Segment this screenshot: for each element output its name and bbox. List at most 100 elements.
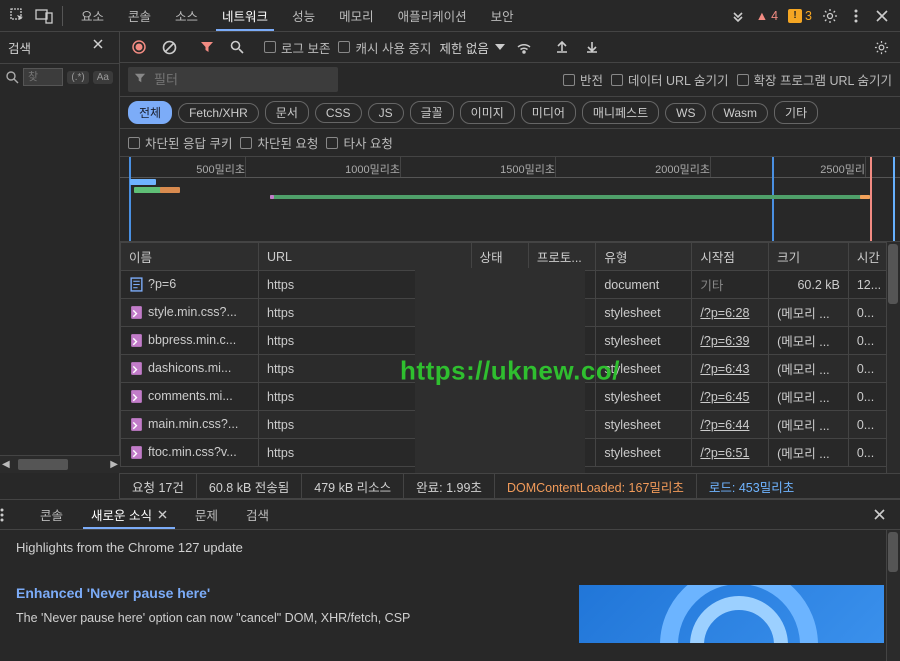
cell-initiator[interactable]: /?p=6:28 <box>692 299 769 327</box>
table-row[interactable]: style.min.css?...https200h2stylesheet/?p… <box>121 299 900 327</box>
drawer-vertical-scrollbar[interactable] <box>886 530 900 661</box>
table-row[interactable]: ?p=6https200h2document기타60.2 kB12... <box>121 271 900 299</box>
more-tabs-chevron-icon[interactable] <box>726 4 750 28</box>
type-pill-전체[interactable]: 전체 <box>128 101 172 124</box>
inspect-icon[interactable] <box>6 4 30 28</box>
secondary-filter-row: 차단된 응답 쿠키 차단된 요청 타사 요청 <box>120 129 900 157</box>
preserve-log-checkbox[interactable]: 로그 보존 <box>264 38 330 57</box>
settings-gear-icon[interactable] <box>818 4 842 28</box>
cell-size: (메모리 ... <box>769 383 849 411</box>
cell-status: 200 <box>471 271 528 299</box>
whatsnew-section-title[interactable]: Enhanced 'Never pause here' <box>16 585 549 601</box>
status-transferred: 60.8 kB 전송됨 <box>197 474 302 498</box>
cell-protocol: h2 <box>528 299 595 327</box>
search-side-panel: 검색 (.*) Aa <box>0 32 120 499</box>
drawer-kebab-icon[interactable] <box>0 508 26 522</box>
cell-name: comments.mi... <box>121 383 259 411</box>
network-conditions-icon[interactable] <box>513 36 535 58</box>
main-tab-보안[interactable]: 보안 <box>479 0 526 31</box>
type-pill-이미지[interactable]: 이미지 <box>460 101 515 124</box>
close-search-panel-icon[interactable] <box>93 39 111 57</box>
invert-checkbox[interactable]: 반전 <box>563 70 603 89</box>
warning-errors[interactable]: ▲4 <box>756 9 778 23</box>
download-har-icon[interactable] <box>581 36 603 58</box>
cell-protocol: h2 <box>528 327 595 355</box>
filter-input[interactable] <box>128 67 338 92</box>
disable-cache-checkbox[interactable]: 캐시 사용 중지 <box>338 38 431 57</box>
cell-initiator[interactable]: 기타 <box>692 271 769 299</box>
column-header[interactable]: 상태 <box>471 243 528 271</box>
table-row[interactable]: bbpress.min.c...https200h2stylesheet/?p=… <box>121 327 900 355</box>
main-tab-성능[interactable]: 성능 <box>280 0 327 31</box>
main-tab-소스[interactable]: 소스 <box>163 0 210 31</box>
search-horizontal-scrollbar[interactable]: ◀ ▶ <box>0 455 120 473</box>
cell-initiator[interactable]: /?p=6:45 <box>692 383 769 411</box>
regex-toggle[interactable]: (.*) <box>67 71 88 84</box>
cell-name: ?p=6 <box>121 271 259 299</box>
throttle-select[interactable]: 제한 없음 <box>439 38 504 57</box>
type-pill-글꼴[interactable]: 글꼴 <box>410 101 454 124</box>
main-tab-요소[interactable]: 요소 <box>69 0 116 31</box>
waterfall-overview[interactable]: 500밀리초1000밀리초1500밀리초2000밀리초2500밀리 <box>120 157 900 242</box>
blocked-requests-checkbox[interactable]: 차단된 요청 <box>240 133 318 152</box>
table-row[interactable]: main.min.css?...https200h2stylesheet/?p=… <box>121 411 900 439</box>
column-header[interactable]: URL <box>259 243 472 271</box>
table-row[interactable]: ftoc.min.css?v...https200h2stylesheet/?p… <box>121 439 900 467</box>
cell-size: (메모리 ... <box>769 327 849 355</box>
cell-initiator[interactable]: /?p=6:43 <box>692 355 769 383</box>
warning-issues[interactable]: ! 3 <box>788 9 812 23</box>
cell-type: stylesheet <box>596 355 692 383</box>
type-pill-WS[interactable]: WS <box>665 103 706 123</box>
column-header[interactable]: 프로토... <box>528 243 595 271</box>
type-pill-Fetch/XHR[interactable]: Fetch/XHR <box>178 103 259 123</box>
cell-protocol: h2 <box>528 439 595 467</box>
hide-data-urls-checkbox[interactable]: 데이터 URL 숨기기 <box>611 70 729 89</box>
type-pill-CSS[interactable]: CSS <box>315 103 362 123</box>
cell-initiator[interactable]: /?p=6:44 <box>692 411 769 439</box>
table-row[interactable]: dashicons.mi...https200h2stylesheet/?p=6… <box>121 355 900 383</box>
hide-ext-urls-checkbox[interactable]: 확장 프로그램 URL 숨기기 <box>737 70 892 89</box>
kebab-menu-icon[interactable] <box>844 4 868 28</box>
close-drawer-icon[interactable] <box>874 509 900 520</box>
column-header[interactable]: 이름 <box>121 243 259 271</box>
cell-initiator[interactable]: /?p=6:39 <box>692 327 769 355</box>
record-button[interactable] <box>128 36 150 58</box>
type-pill-Wasm[interactable]: Wasm <box>712 103 768 123</box>
main-tab-애플리케이션[interactable]: 애플리케이션 <box>386 0 479 31</box>
column-header[interactable]: 크기 <box>769 243 849 271</box>
table-vertical-scrollbar[interactable] <box>886 242 900 499</box>
match-case-toggle[interactable]: Aa <box>93 71 113 84</box>
main-tab-네트워크[interactable]: 네트워크 <box>210 0 280 31</box>
third-party-checkbox[interactable]: 타사 요청 <box>326 133 392 152</box>
type-pill-JS[interactable]: JS <box>368 103 404 123</box>
cell-type: document <box>596 271 692 299</box>
drawer-tab-검색[interactable]: 검색 <box>232 500 283 529</box>
column-header[interactable]: 시작점 <box>692 243 769 271</box>
close-devtools-icon[interactable] <box>870 4 894 28</box>
filter-toggle-icon[interactable] <box>196 36 218 58</box>
table-row[interactable]: comments.mi...https200h2stylesheet/?p=6:… <box>121 383 900 411</box>
main-tab-메모리[interactable]: 메모리 <box>327 0 386 31</box>
clear-button[interactable] <box>158 36 180 58</box>
drawer-tab-콘솔[interactable]: 콘솔 <box>26 500 77 529</box>
device-toolbar-icon[interactable] <box>32 4 56 28</box>
drawer-tab-문제[interactable]: 문제 <box>181 500 232 529</box>
search-network-icon[interactable] <box>226 36 248 58</box>
network-settings-gear-icon[interactable] <box>870 36 892 58</box>
network-toolbar: 로그 보존 캐시 사용 중지 제한 없음 <box>120 32 900 63</box>
status-resources: 479 kB 리소스 <box>302 474 404 498</box>
cell-url: https <box>259 355 472 383</box>
type-pill-문서[interactable]: 문서 <box>265 101 309 124</box>
search-input[interactable] <box>23 68 63 86</box>
drawer-tab-새로운 소식[interactable]: 새로운 소식 <box>77 500 181 529</box>
close-drawer-tab-icon[interactable] <box>158 510 167 519</box>
upload-har-icon[interactable] <box>551 36 573 58</box>
column-header[interactable]: 유형 <box>596 243 692 271</box>
blocked-response-cookies-checkbox[interactable]: 차단된 응답 쿠키 <box>128 133 232 152</box>
main-tab-콘솔[interactable]: 콘솔 <box>116 0 163 31</box>
type-pill-기타[interactable]: 기타 <box>774 101 818 124</box>
type-pill-미디어[interactable]: 미디어 <box>521 101 576 124</box>
type-filter-pills: 전체 Fetch/XHR 문서 CSS JS 글꼴 이미지 미디어 매니페스트 WS Wasm 기타 <box>120 97 900 129</box>
type-pill-매니페스트[interactable]: 매니페스트 <box>582 101 659 124</box>
cell-initiator[interactable]: /?p=6:51 <box>692 439 769 467</box>
